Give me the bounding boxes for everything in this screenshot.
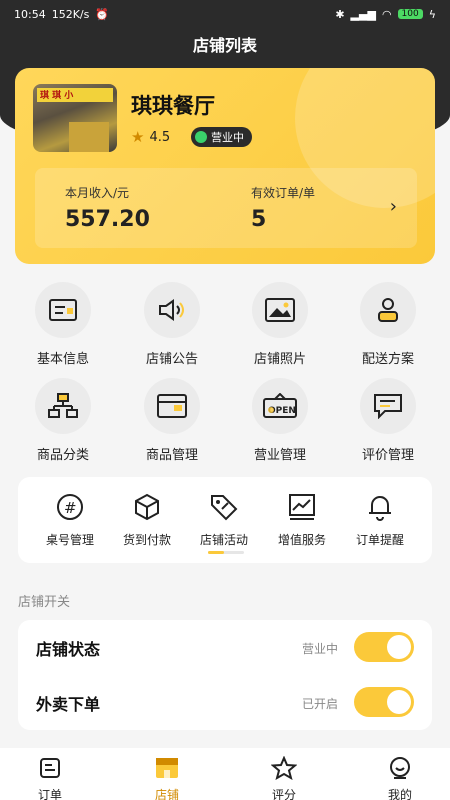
grid-item-label: 商品管理 <box>145 448 198 463</box>
card-icon <box>35 282 91 338</box>
status-badge: 营业中 <box>191 127 252 147</box>
tag-icon <box>211 495 238 521</box>
tab-label: 订单 <box>37 788 62 800</box>
takeaway-toggle[interactable] <box>354 687 414 717</box>
store-rating: ★ 4.5 <box>131 128 170 146</box>
scroll-item-label: 桌号管理 <box>45 533 94 547</box>
profile-icon <box>390 757 410 779</box>
tab-label: 我的 <box>387 788 412 800</box>
section-title: 店铺开关 <box>18 595 71 610</box>
scroll-item-label: 订单提醒 <box>355 533 404 547</box>
grid-item-label: 评价管理 <box>361 448 414 463</box>
scroll-item-label: 增值服务 <box>277 533 326 547</box>
more-functions-scroller[interactable]: # 桌号管理 货到付款 店铺活动 增值服务 订单提醒 <box>18 477 432 563</box>
switch-state-text: 营业中 <box>301 642 338 656</box>
bluetooth-icon: ✱ <box>335 7 345 21</box>
orders-value: 5 <box>251 207 267 232</box>
scroll-indicator <box>208 551 244 554</box>
store-photo-sign: 琪 琪 小 <box>37 88 113 102</box>
status-bar: 10:54 152K/s ⏰ ✱ ▂▄▆ ◠ 100 ϟ <box>0 0 450 28</box>
scroll-item-order-alert[interactable]: 订单提醒 <box>340 493 420 548</box>
grid-item-delivery[interactable]: 配送方案 <box>338 282 438 367</box>
store-card[interactable]: 琪 琪 小 琪琪餐厅 ★ 4.5 营业中 本月收入/元 557.20 有效订单/… <box>15 68 435 264</box>
bell-icon <box>369 496 391 521</box>
svg-text:#: # <box>64 499 77 517</box>
status-badge-label: 营业中 <box>211 131 244 144</box>
open-sign-icon: OPEN <box>252 378 308 434</box>
grid-item-business[interactable]: OPEN 营业管理 <box>230 378 330 463</box>
scroll-item-value-added[interactable]: 增值服务 <box>262 493 342 548</box>
courier-icon <box>360 282 416 338</box>
hash-icon: # <box>57 494 83 520</box>
store-name: 琪琪餐厅 <box>131 94 215 118</box>
category-icon <box>35 378 91 434</box>
rating-value: 4.5 <box>149 129 171 145</box>
tab-label: 店铺 <box>154 788 179 800</box>
battery-icon: 100 <box>397 9 423 19</box>
page-title: 店铺列表 <box>192 36 257 55</box>
scroll-item-activity[interactable]: 店铺活动 <box>184 493 264 548</box>
grid-item-label: 营业管理 <box>253 448 306 463</box>
signal-icon: ▂▄▆ <box>350 7 376 21</box>
store-switch-card: 店铺状态 营业中 外卖下单 已开启 <box>18 620 432 730</box>
scroll-item-cod[interactable]: 货到付款 <box>107 493 187 548</box>
orders-stat: 有效订单/单 5 <box>251 184 315 232</box>
tab-profile[interactable]: 我的 <box>360 756 440 800</box>
charging-icon: ϟ <box>428 7 436 21</box>
tab-rating[interactable]: 评分 <box>244 755 324 800</box>
shop-icon <box>156 758 178 778</box>
chart-icon <box>289 494 315 520</box>
income-stat: 本月收入/元 557.20 <box>65 184 150 232</box>
tab-orders[interactable]: 订单 <box>10 756 90 800</box>
grid-item-photos[interactable]: 店铺照片 <box>230 282 330 367</box>
income-value: 557.20 <box>65 207 150 232</box>
store-photo: 琪 琪 小 <box>33 84 117 152</box>
store-status-toggle[interactable] <box>354 632 414 662</box>
grid-item-goods[interactable]: 商品管理 <box>122 378 222 463</box>
grid-item-reviews[interactable]: 评价管理 <box>338 378 438 463</box>
alarm-icon: ⏰ <box>95 7 110 21</box>
star-icon: ★ <box>131 128 145 146</box>
grid-item-category[interactable]: 商品分类 <box>13 378 113 463</box>
scroll-item-label: 货到付款 <box>122 533 171 547</box>
switch-row-store-status: 店铺状态 营业中 <box>18 620 432 675</box>
switch-state-text: 已开启 <box>301 697 338 711</box>
grid-item-label: 店铺照片 <box>253 352 306 367</box>
status-speed: 152K/s <box>51 7 90 21</box>
grid-item-notice[interactable]: 店铺公告 <box>122 282 222 367</box>
box-icon <box>135 493 159 521</box>
orders-label: 有效订单/单 <box>251 186 316 200</box>
status-dot-icon <box>195 131 207 143</box>
grid-item-label: 基本信息 <box>36 352 89 367</box>
star-icon <box>270 755 298 781</box>
chevron-right-icon[interactable]: › <box>390 196 397 217</box>
status-time: 10:54 <box>14 7 46 21</box>
income-label: 本月收入/元 <box>65 186 130 200</box>
order-icon <box>40 758 60 778</box>
wifi-icon: ◠ <box>381 7 392 21</box>
scroll-item-table[interactable]: # 桌号管理 <box>30 493 110 548</box>
grid-item-basic-info[interactable]: 基本信息 <box>13 282 113 367</box>
comment-icon <box>360 378 416 434</box>
switch-label: 店铺状态 <box>36 640 101 659</box>
bottom-tab-bar: 订单 店铺 评分 我的 <box>0 748 450 800</box>
switch-label: 外卖下单 <box>36 695 101 714</box>
tab-shop[interactable]: 店铺 <box>127 756 207 800</box>
grid-item-label: 商品分类 <box>36 448 89 463</box>
grid-item-label: 店铺公告 <box>145 352 198 367</box>
scroll-item-label: 店铺活动 <box>199 533 248 547</box>
speaker-icon <box>144 282 200 338</box>
tab-label: 评分 <box>271 788 296 800</box>
image-icon <box>252 282 308 338</box>
stats-panel[interactable]: 本月收入/元 557.20 有效订单/单 5 › <box>35 168 417 248</box>
grid-item-label: 配送方案 <box>361 352 414 367</box>
switch-row-takeaway: 外卖下单 已开启 <box>18 675 432 730</box>
goods-icon <box>144 378 200 434</box>
